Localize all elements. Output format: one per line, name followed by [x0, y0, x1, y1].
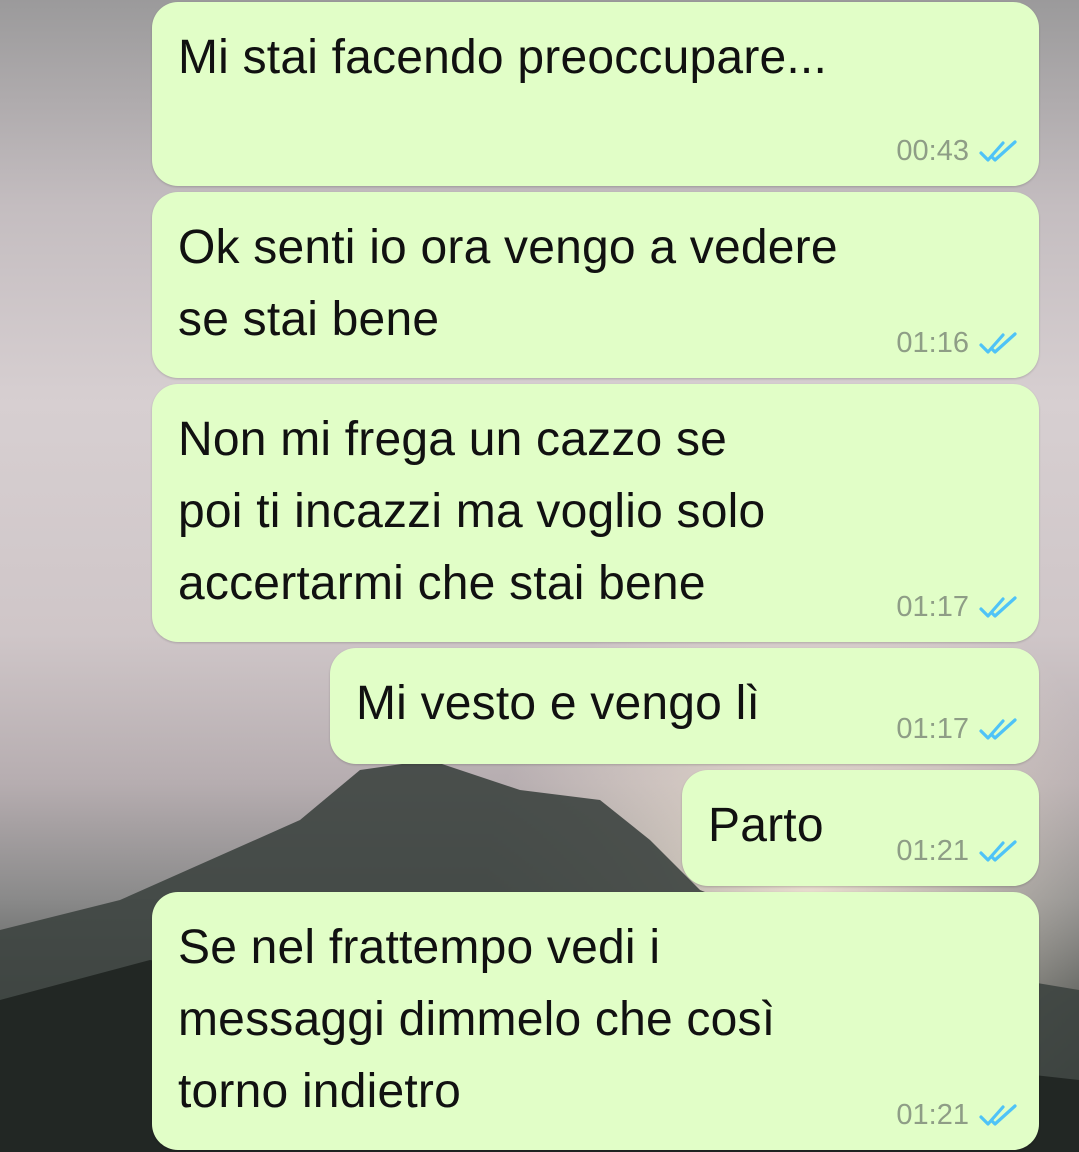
message-meta: 01:17 [896, 713, 1019, 746]
message-text: Mi stai facendo preoccupare... [178, 31, 828, 84]
outgoing-message-bubble[interactable]: Non mi frega un cazzo se poi ti incazzi … [152, 384, 1039, 642]
message-meta: 01:16 [896, 327, 1019, 360]
outgoing-message-bubble[interactable]: Mi vesto e vengo lì 01:17 [330, 648, 1039, 764]
message-text: Non mi frega un cazzo se poi ti incazzi … [178, 413, 766, 610]
message-text: Ok senti io ora vengo a vedere se stai b… [178, 221, 838, 346]
outgoing-message-bubble[interactable]: Ok senti io ora vengo a vedere se stai b… [152, 192, 1039, 378]
outgoing-message-bubble[interactable]: Mi stai facendo preoccupare... 00:43 [152, 2, 1039, 186]
double-check-read-icon [979, 1103, 1017, 1126]
double-check-read-icon [979, 717, 1017, 740]
double-check-read-icon [979, 595, 1017, 618]
message-time: 01:17 [896, 713, 969, 745]
message-time: 01:17 [896, 591, 969, 623]
message-time: 00:43 [896, 135, 969, 167]
message-time: 01:21 [896, 1099, 969, 1131]
message-meta: 00:43 [896, 135, 1019, 168]
message-time: 01:16 [896, 327, 969, 359]
message-meta: 01:21 [896, 835, 1019, 868]
double-check-read-icon [979, 139, 1017, 162]
message-text: Se nel frattempo vedi i messaggi dimmelo… [178, 921, 776, 1118]
double-check-read-icon [979, 331, 1017, 354]
outgoing-message-bubble[interactable]: Parto 01:21 [682, 770, 1039, 886]
outgoing-message-bubble[interactable]: Se nel frattempo vedi i messaggi dimmelo… [152, 892, 1039, 1150]
message-time: 01:21 [896, 835, 969, 867]
message-meta: 01:17 [896, 591, 1019, 624]
message-meta: 01:21 [896, 1099, 1019, 1132]
double-check-read-icon [979, 839, 1017, 862]
